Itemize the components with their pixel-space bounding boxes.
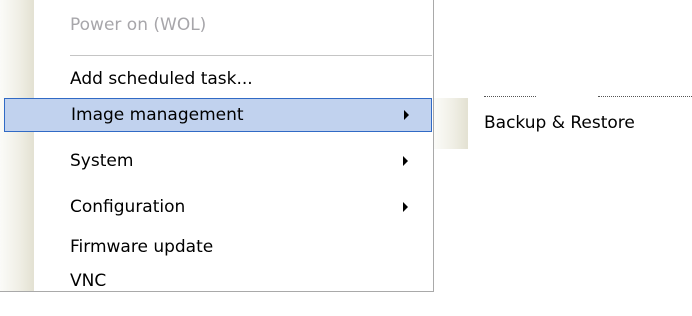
menu-item-label: VNC [70,271,107,291]
submenu-image-management: Backup & Restore [434,98,692,149]
background-dotted-line [484,96,536,97]
menu-item-firmware-update[interactable]: Firmware update [0,230,434,264]
submenu-arrow-icon [404,110,409,120]
menu-item-label: Power on (WOL) [70,15,207,35]
screenshot-stage: Power on (WOL) Add scheduled task... Ima… [0,0,692,316]
menu-item-label: Image management [71,105,244,125]
context-menu: Power on (WOL) Add scheduled task... Ima… [0,0,434,292]
menu-item-label: System [70,151,134,171]
menu-separator [70,55,432,56]
submenu-arrow-icon [403,202,408,212]
menu-item-label: Configuration [70,197,186,217]
menu-item-vnc[interactable]: VNC [0,270,434,292]
menu-item-label: Add scheduled task... [70,69,253,89]
submenu-item-backup-restore[interactable]: Backup & Restore [434,106,692,140]
background-dotted-line [598,96,692,97]
submenu-item-label: Backup & Restore [484,113,635,133]
menu-item-image-management[interactable]: Image management [4,98,432,132]
menu-item-system[interactable]: System [0,144,434,178]
submenu-arrow-icon [403,156,408,166]
menu-item-add-scheduled-task[interactable]: Add scheduled task... [0,62,434,96]
menu-item-label: Firmware update [70,237,214,257]
menu-item-power-on-wol[interactable]: Power on (WOL) [0,8,434,42]
menu-item-configuration[interactable]: Configuration [0,190,434,224]
